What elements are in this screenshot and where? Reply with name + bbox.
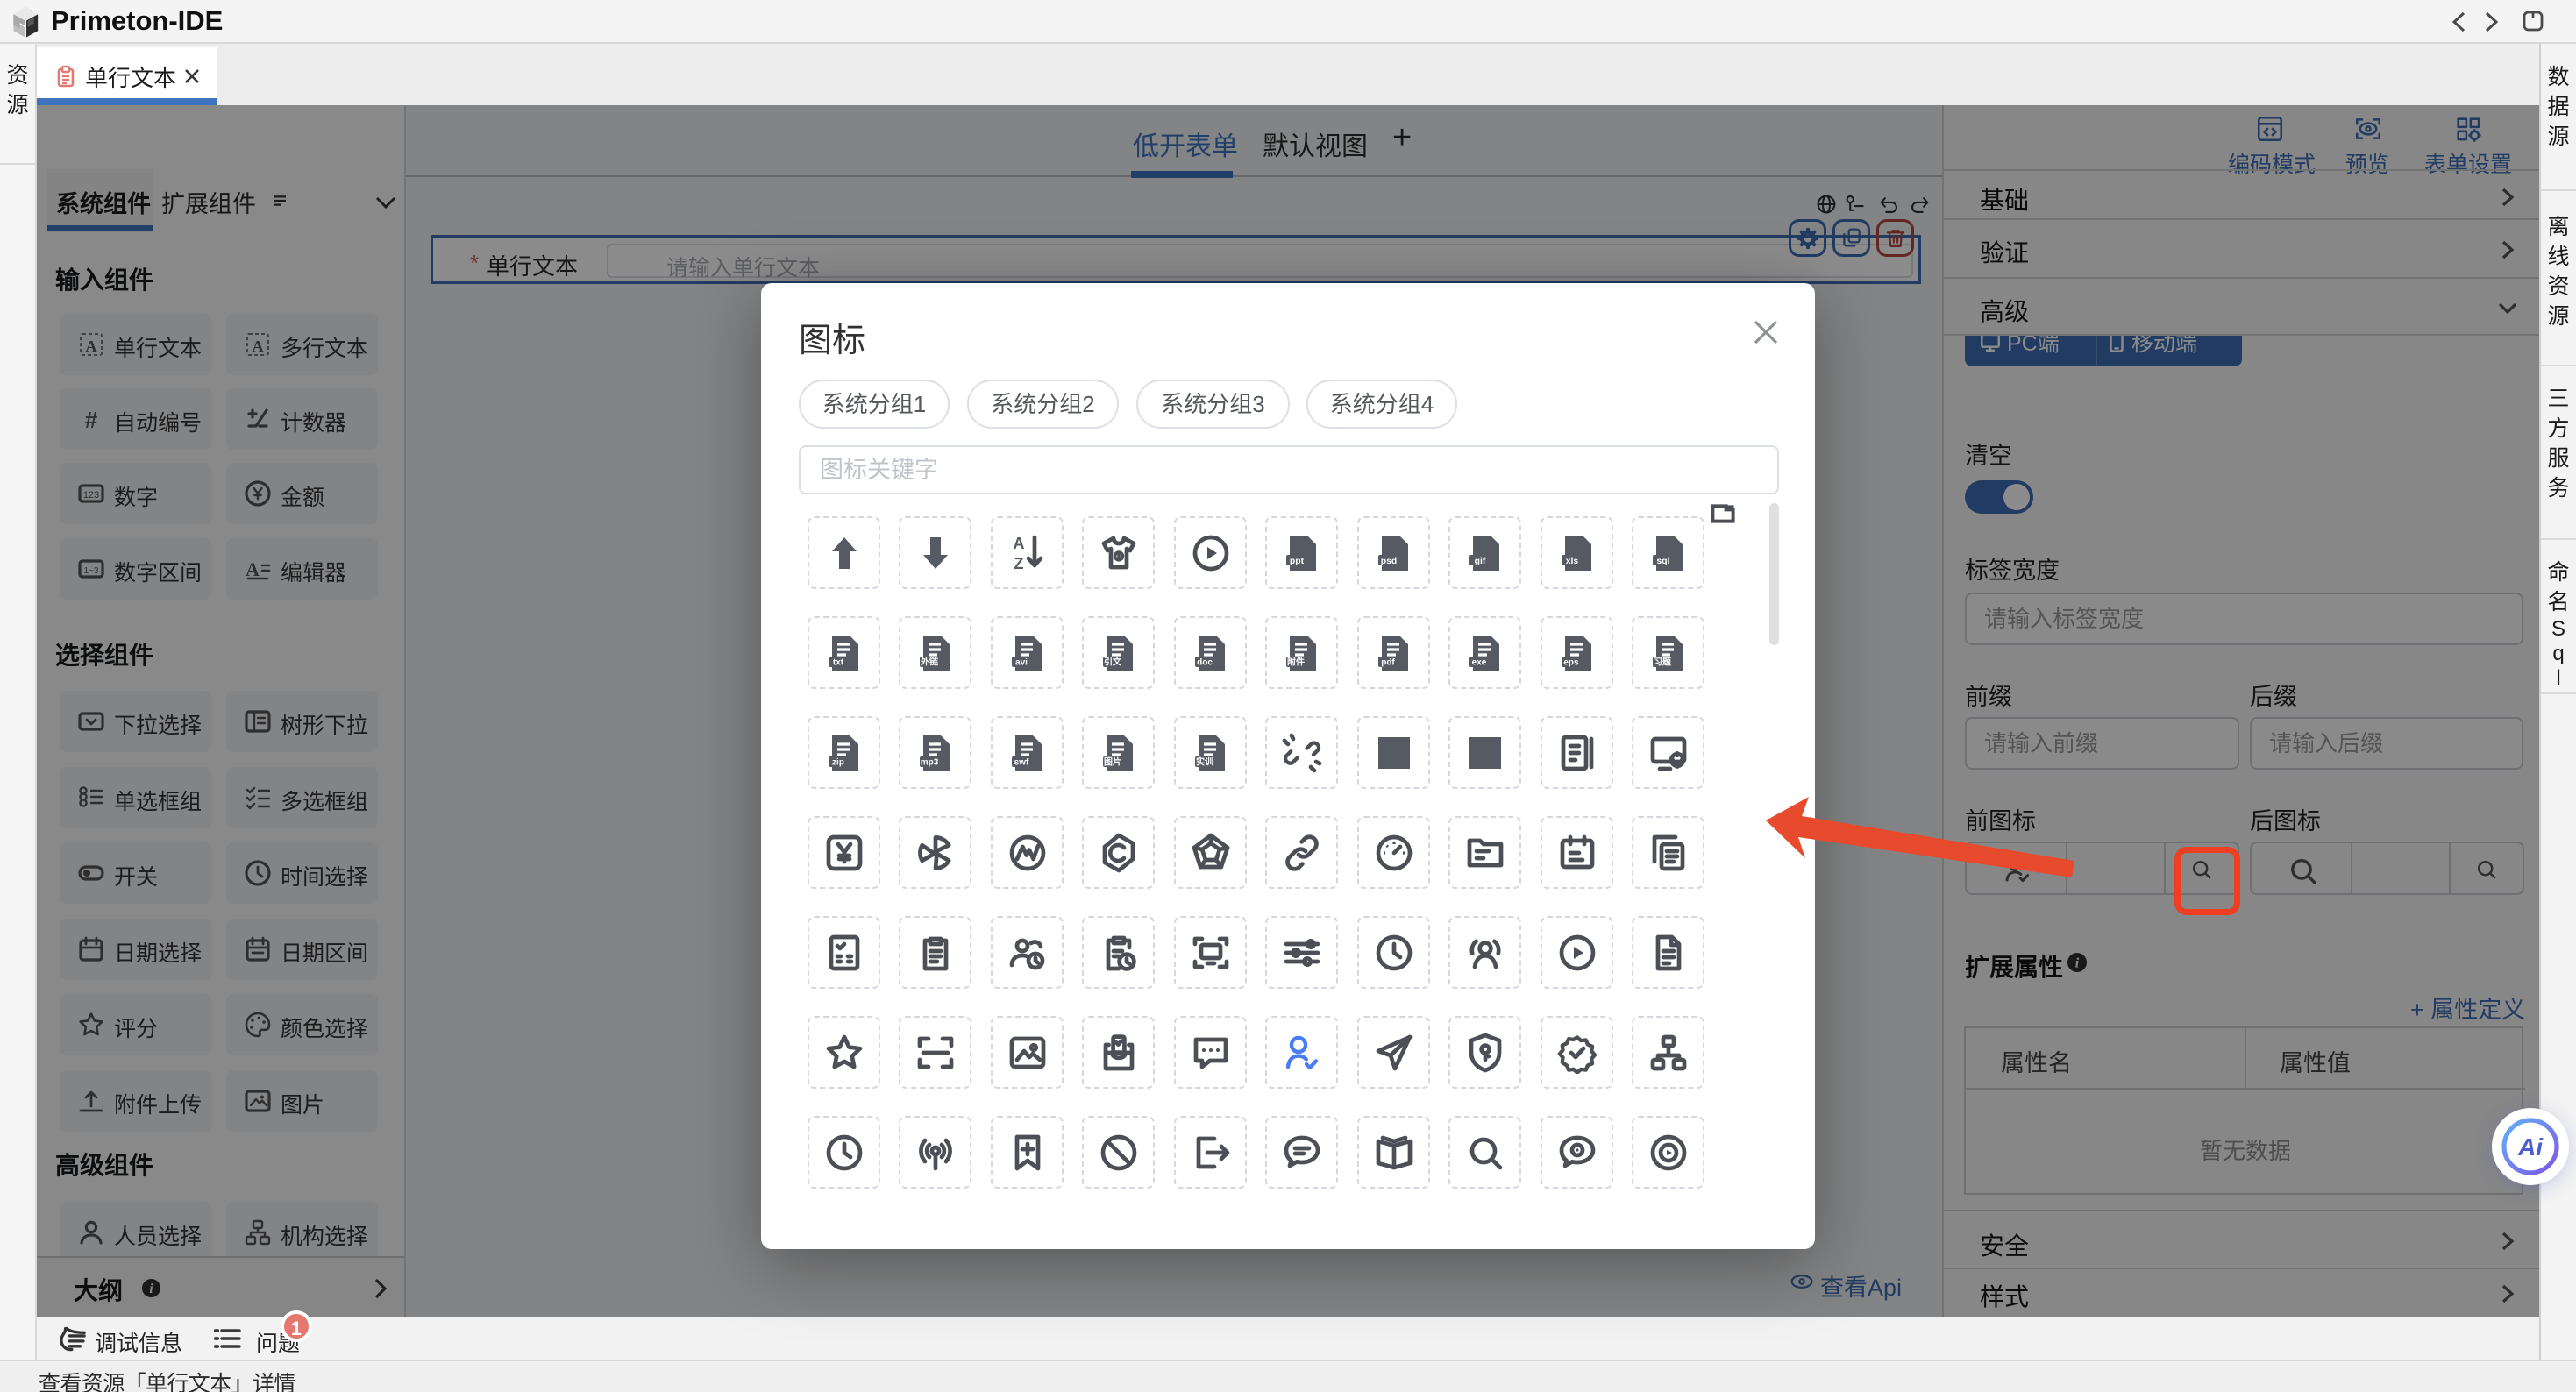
svg-text:mp3: mp3: [921, 758, 939, 768]
svg-text:sql: sql: [1657, 557, 1670, 566]
svg-text:exe: exe: [1472, 658, 1487, 668]
svg-text:zip: zip: [832, 758, 844, 768]
svg-text:doc: doc: [1197, 658, 1213, 668]
svg-text:引文: 引文: [1104, 657, 1122, 668]
svg-text:psd: psd: [1381, 557, 1397, 566]
svg-text:习题: 习题: [1654, 657, 1672, 668]
svg-text:外链: 外链: [920, 657, 939, 668]
svg-text:Ai: Ai: [2517, 1133, 2544, 1161]
svg-text:A: A: [1013, 535, 1024, 552]
svg-text:eps: eps: [1563, 658, 1579, 668]
svg-text:txt: txt: [833, 658, 844, 668]
svg-text:avi: avi: [1015, 658, 1028, 668]
svg-text:Z: Z: [1014, 555, 1023, 572]
svg-text:swf: swf: [1014, 758, 1029, 768]
svg-text:ppt: ppt: [1290, 557, 1305, 566]
svg-text:附件: 附件: [1287, 657, 1305, 668]
svg-text:gif: gif: [1475, 557, 1486, 566]
svg-text:pdf: pdf: [1381, 658, 1395, 668]
svg-text:实训: 实训: [1196, 756, 1213, 768]
svg-text:图片: 图片: [1104, 756, 1121, 768]
svg-text:xls: xls: [1566, 557, 1579, 566]
